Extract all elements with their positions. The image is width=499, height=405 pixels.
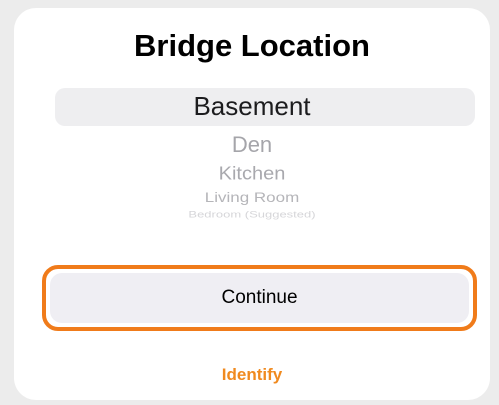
picker-item[interactable]: Living Room [14, 190, 490, 206]
picker-item[interactable]: Den [14, 132, 490, 158]
identify-button[interactable]: Identify [14, 365, 490, 385]
page-title: Bridge Location [134, 28, 370, 63]
location-sheet: Bridge Location Basement Den Kitchen Liv… [14, 8, 490, 400]
picker-item[interactable]: Kitchen [14, 164, 490, 185]
picker-item-selected[interactable]: Basement [14, 91, 490, 122]
continue-button[interactable]: Continue [50, 273, 469, 323]
picker-item[interactable]: Bedroom (Suggested) [14, 209, 490, 220]
